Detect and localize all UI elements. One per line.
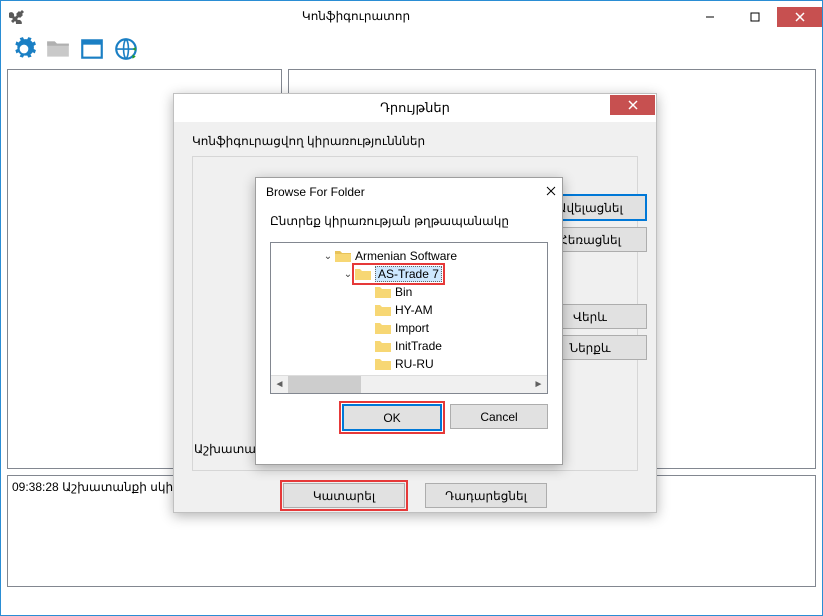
maximize-button[interactable] <box>732 7 777 27</box>
tree-row[interactable]: InitTrade <box>273 337 545 355</box>
minimize-button[interactable] <box>687 7 732 27</box>
scroll-track[interactable] <box>288 376 530 393</box>
browse-cancel-button[interactable]: Cancel <box>450 404 548 429</box>
browse-instruction: Ընտրեք կիրառության թղթապանակը <box>270 214 548 228</box>
settings-dialog-title: Դրույթներ <box>174 100 656 116</box>
folder-icon <box>375 321 391 335</box>
tree-row-root[interactable]: ⌄ Armenian Software <box>273 247 545 265</box>
tree-label: InitTrade <box>395 339 442 353</box>
main-window: Կոնֆիգուրատոր 09:38:28 Աշխատանքի սկիզբ Դ… <box>0 0 823 616</box>
tree-row-selected[interactable]: ⌄ AS-Trade 7 <box>273 265 545 283</box>
toolbar <box>1 31 822 69</box>
group-label: Կոնֆիգուրացվող կիրառությունններ <box>192 134 638 148</box>
browse-dialog-close[interactable] <box>546 184 556 199</box>
window-controls <box>687 6 822 27</box>
tree-label-selected: AS-Trade 7 <box>375 266 442 282</box>
scroll-right-icon[interactable]: ► <box>530 376 547 393</box>
browse-dialog-body: Ընտրեք կիրառության թղթապանակը ⌄ Armenian… <box>256 206 562 439</box>
tree-row[interactable]: Import <box>273 319 545 337</box>
tree-label: Bin <box>395 285 412 299</box>
chevron-down-icon[interactable]: ⌄ <box>321 251 335 262</box>
close-button[interactable] <box>777 7 822 27</box>
main-title: Կոնֆիգուրատոր <box>25 9 687 23</box>
folder-icon <box>375 357 391 371</box>
browse-dialog-title-text: Browse For Folder <box>266 185 365 199</box>
settings-dialog-titlebar: Դրույթներ <box>174 94 656 122</box>
horizontal-scrollbar[interactable]: ◄ ► <box>271 375 547 393</box>
tree-label: Armenian Software <box>355 249 457 263</box>
ok-button[interactable]: OK <box>342 404 442 431</box>
folder-icon <box>375 285 391 299</box>
tree-row[interactable]: Bin <box>273 283 545 301</box>
browse-dialog-title: Browse For Folder <box>256 178 562 206</box>
settings-icon[interactable] <box>11 36 37 65</box>
tree-label: Import <box>395 321 429 335</box>
folder-icon <box>355 267 371 281</box>
settings-dialog-close[interactable] <box>610 95 655 115</box>
globe-refresh-icon[interactable] <box>113 36 139 65</box>
status-time: 09:38:28 <box>12 480 59 494</box>
folder-icon <box>375 339 391 353</box>
tree-row[interactable]: RU-RU <box>273 355 545 373</box>
tree-label: RU-RU <box>395 357 434 371</box>
browse-dialog-buttons: OK Cancel <box>270 394 548 431</box>
scroll-left-icon[interactable]: ◄ <box>271 376 288 393</box>
settings-dialog-buttons: Կատարել Դադարեցնել <box>174 479 656 518</box>
main-titlebar: Կոնֆիգուրատոր <box>1 1 822 31</box>
window-icon[interactable] <box>79 36 105 65</box>
execute-button[interactable]: Կատարել <box>283 483 405 508</box>
cancel-button[interactable]: Դադարեցնել <box>425 483 547 508</box>
folder-icon <box>335 249 351 263</box>
scroll-thumb[interactable] <box>288 376 361 393</box>
folder-tree[interactable]: ⌄ Armenian Software ⌄ AS-Trade 7 Bin HY-… <box>270 242 548 394</box>
app-icon <box>9 8 25 24</box>
tree-row[interactable]: HY-AM <box>273 301 545 319</box>
folder-icon <box>375 303 391 317</box>
browse-folder-dialog: Browse For Folder Ընտրեք կիրառության թղթ… <box>255 177 563 465</box>
status-text: Աշխատանքի սկիզբ <box>62 480 188 494</box>
folder-icon[interactable] <box>45 36 71 65</box>
chevron-down-icon[interactable]: ⌄ <box>341 269 355 280</box>
tree-label: HY-AM <box>395 303 433 317</box>
